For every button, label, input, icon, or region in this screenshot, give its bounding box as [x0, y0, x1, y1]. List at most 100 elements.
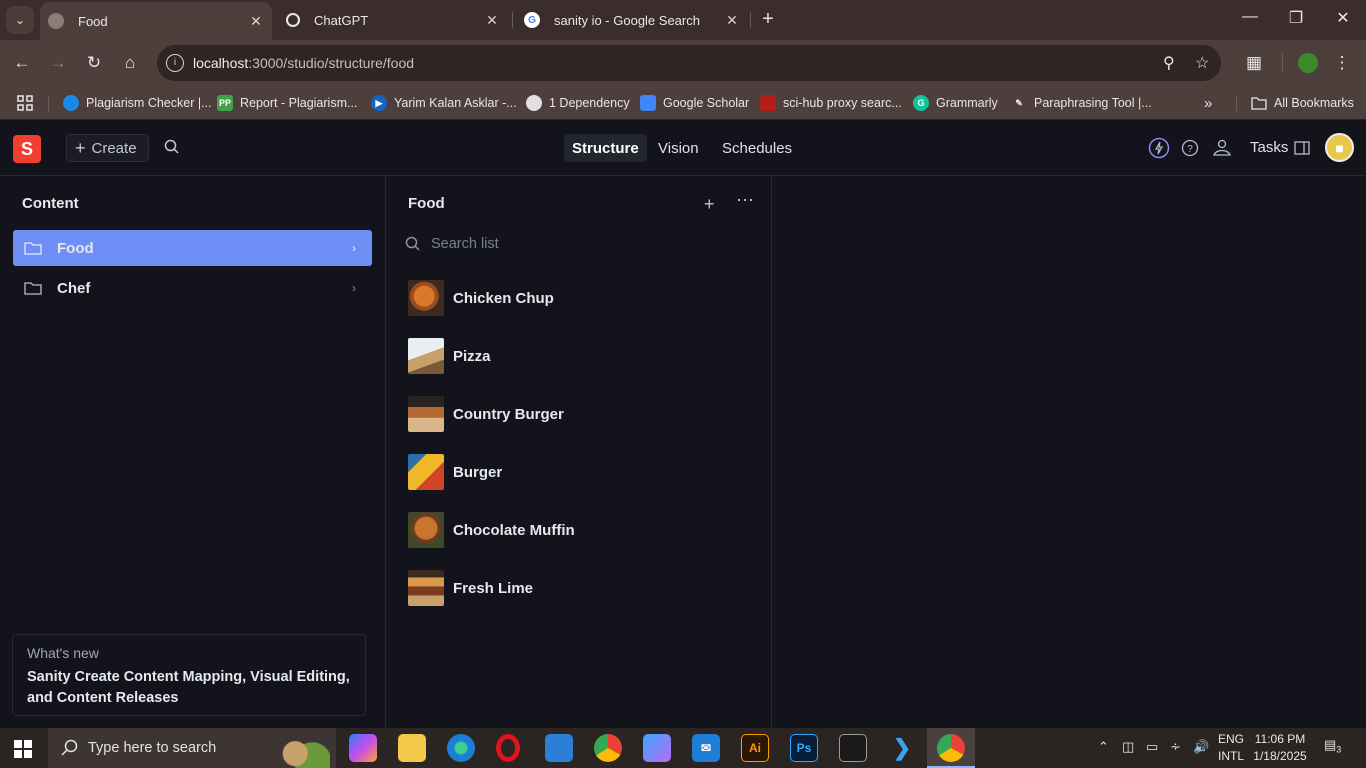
tab-title: sanity io - Google Search: [554, 12, 700, 28]
tasks-button[interactable]: Tasks: [1250, 139, 1288, 156]
chatgpt-favicon-icon: [286, 13, 300, 27]
windows-start-icon[interactable]: [14, 740, 32, 758]
zoom-icon[interactable]: ⚲: [1163, 53, 1175, 73]
copilot-icon[interactable]: [349, 734, 377, 762]
address-bar[interactable]: i localhost:3000/studio/structure/food ⚲…: [157, 45, 1221, 81]
tray-chevron-up-icon[interactable]: ⌃: [1098, 739, 1109, 755]
add-document-icon[interactable]: +: [704, 194, 715, 215]
camera-icon[interactable]: ◫: [1122, 739, 1134, 755]
bookmark-paraphrasing-tool[interactable]: ✎ Paraphrasing Tool |...: [1011, 92, 1151, 114]
play-icon: ▶: [371, 95, 387, 111]
document-item[interactable]: Country Burger: [408, 395, 748, 433]
whats-new-subtitle: What's new: [27, 645, 99, 661]
chrome-active-icon[interactable]: [937, 734, 965, 762]
panel-toggle-icon[interactable]: [1291, 137, 1313, 159]
bookmark-grammarly[interactable]: G Grammarly: [913, 92, 998, 114]
apps-grid-icon[interactable]: [17, 92, 33, 114]
terminal-icon[interactable]: [839, 734, 867, 762]
minimize-icon[interactable]: —: [1227, 8, 1273, 26]
community-icon[interactable]: [1211, 137, 1233, 159]
tab-title: ChatGPT: [314, 12, 369, 28]
tab-structure[interactable]: Structure: [564, 134, 647, 162]
food-pane-title: Food: [408, 195, 445, 212]
bookmark-label: Report - Plagiarism...: [240, 96, 358, 110]
bookmark-dependency[interactable]: 1 Dependency: [526, 92, 630, 114]
more-options-icon[interactable]: ⋯: [736, 190, 754, 211]
bookmark-label: sci-hub proxy searc...: [783, 96, 902, 110]
tab-search-chevron-icon[interactable]: ⌄: [6, 6, 34, 34]
food-thumbnail: [408, 512, 444, 548]
grammarly-icon: G: [913, 95, 929, 111]
bookmark-sci-hub[interactable]: sci-hub proxy searc...: [760, 92, 902, 114]
sanity-logo[interactable]: S: [13, 135, 41, 163]
tab-chatgpt[interactable]: ChatGPT ✕: [278, 0, 508, 40]
wifi-icon[interactable]: ∻: [1170, 739, 1181, 755]
site-info-icon[interactable]: i: [166, 54, 184, 72]
bookmark-yarim-kalan[interactable]: ▶ Yarim Kalan Asklar -...: [371, 92, 517, 114]
lightning-icon[interactable]: [1148, 137, 1170, 159]
home-icon[interactable]: ⌂: [117, 50, 143, 76]
battery-icon[interactable]: ▭: [1146, 739, 1158, 755]
content-item-food[interactable]: Food ›: [13, 230, 372, 266]
microsoft-store-icon[interactable]: [545, 734, 573, 762]
bookmark-plagiarism-checker[interactable]: Plagiarism Checker |...: [63, 92, 212, 114]
document-item[interactable]: Chicken Chup: [408, 279, 748, 317]
tab-schedules[interactable]: Schedules: [714, 134, 800, 162]
tab-google-search[interactable]: G sanity io - Google Search ✕: [516, 0, 748, 40]
vscode-icon[interactable]: ❯: [888, 734, 916, 762]
photoshop-icon[interactable]: Ps: [790, 734, 818, 762]
food-thumbnail: [408, 570, 444, 606]
volume-icon[interactable]: 🔊: [1193, 739, 1209, 755]
document-item[interactable]: Fresh Lime: [408, 569, 748, 607]
food-thumbnail: [408, 454, 444, 490]
content-item-chef[interactable]: Chef ›: [13, 270, 372, 306]
chrome-icon[interactable]: [594, 734, 622, 762]
extensions-icon[interactable]: ▦: [1241, 50, 1267, 76]
search-list-input[interactable]: Search list: [404, 234, 744, 254]
search-icon[interactable]: [163, 138, 183, 158]
restore-icon[interactable]: ❐: [1273, 8, 1319, 28]
edge-icon[interactable]: [447, 734, 475, 762]
illustrator-icon[interactable]: Ai: [741, 734, 769, 762]
document-item[interactable]: Burger: [408, 453, 748, 491]
notification-count: 3: [1336, 744, 1342, 755]
mail-icon[interactable]: ✉: [692, 734, 720, 762]
profile-icon[interactable]: [1295, 50, 1321, 76]
close-tab-icon[interactable]: ✕: [482, 12, 502, 29]
bookmark-label: Grammarly: [936, 96, 998, 110]
taskbar-search[interactable]: Type here to search: [48, 728, 336, 768]
lang-layout: INTL: [1218, 749, 1245, 763]
bookmark-report-plagiarism[interactable]: PP Report - Plagiarism...: [217, 92, 357, 114]
whats-new-card[interactable]: What's new Sanity Create Content Mapping…: [12, 634, 366, 716]
url-text[interactable]: localhost:3000/studio/structure/food: [193, 55, 414, 71]
bookmark-favicon-icon: [760, 95, 776, 111]
close-tab-icon[interactable]: ✕: [246, 13, 266, 30]
notifications-icon[interactable]: ▤3: [1324, 737, 1341, 755]
file-explorer-icon[interactable]: [398, 734, 426, 762]
microsoft-365-icon[interactable]: [643, 734, 671, 762]
content-item-label: Food: [57, 239, 94, 257]
help-icon[interactable]: ?: [1179, 137, 1201, 159]
create-button[interactable]: + Create: [66, 134, 149, 162]
more-bookmarks-icon[interactable]: »: [1204, 92, 1212, 114]
language-indicator[interactable]: ENG INTL: [1218, 731, 1244, 765]
windows-taskbar: Type here to search ✉ Ai Ps ❯ ⌃ ◫ ▭ ∻ 🔊 …: [0, 728, 1366, 768]
forward-icon[interactable]: →: [45, 50, 71, 76]
document-item[interactable]: Pizza: [408, 337, 748, 375]
food-thumbnail: [408, 338, 444, 374]
tab-vision[interactable]: Vision: [650, 134, 707, 162]
bookmark-google-scholar[interactable]: Google Scholar: [640, 92, 749, 114]
opera-icon[interactable]: [496, 734, 520, 762]
browser-menu-icon[interactable]: ⋮: [1329, 50, 1355, 76]
close-tab-icon[interactable]: ✕: [722, 12, 742, 29]
tab-food[interactable]: Food ✕: [40, 2, 272, 40]
reload-icon[interactable]: ↻: [81, 50, 107, 76]
back-icon[interactable]: ←: [9, 50, 35, 76]
new-tab-icon[interactable]: +: [758, 8, 778, 31]
all-bookmarks[interactable]: All Bookmarks: [1251, 92, 1354, 114]
avatar[interactable]: ■: [1325, 133, 1354, 162]
close-window-icon[interactable]: ✕: [1320, 8, 1366, 28]
document-item[interactable]: Chocolate Muffin: [408, 511, 748, 549]
clock[interactable]: 11:06 PM 1/18/2025: [1250, 731, 1310, 765]
bookmark-star-icon[interactable]: ☆: [1195, 53, 1209, 73]
